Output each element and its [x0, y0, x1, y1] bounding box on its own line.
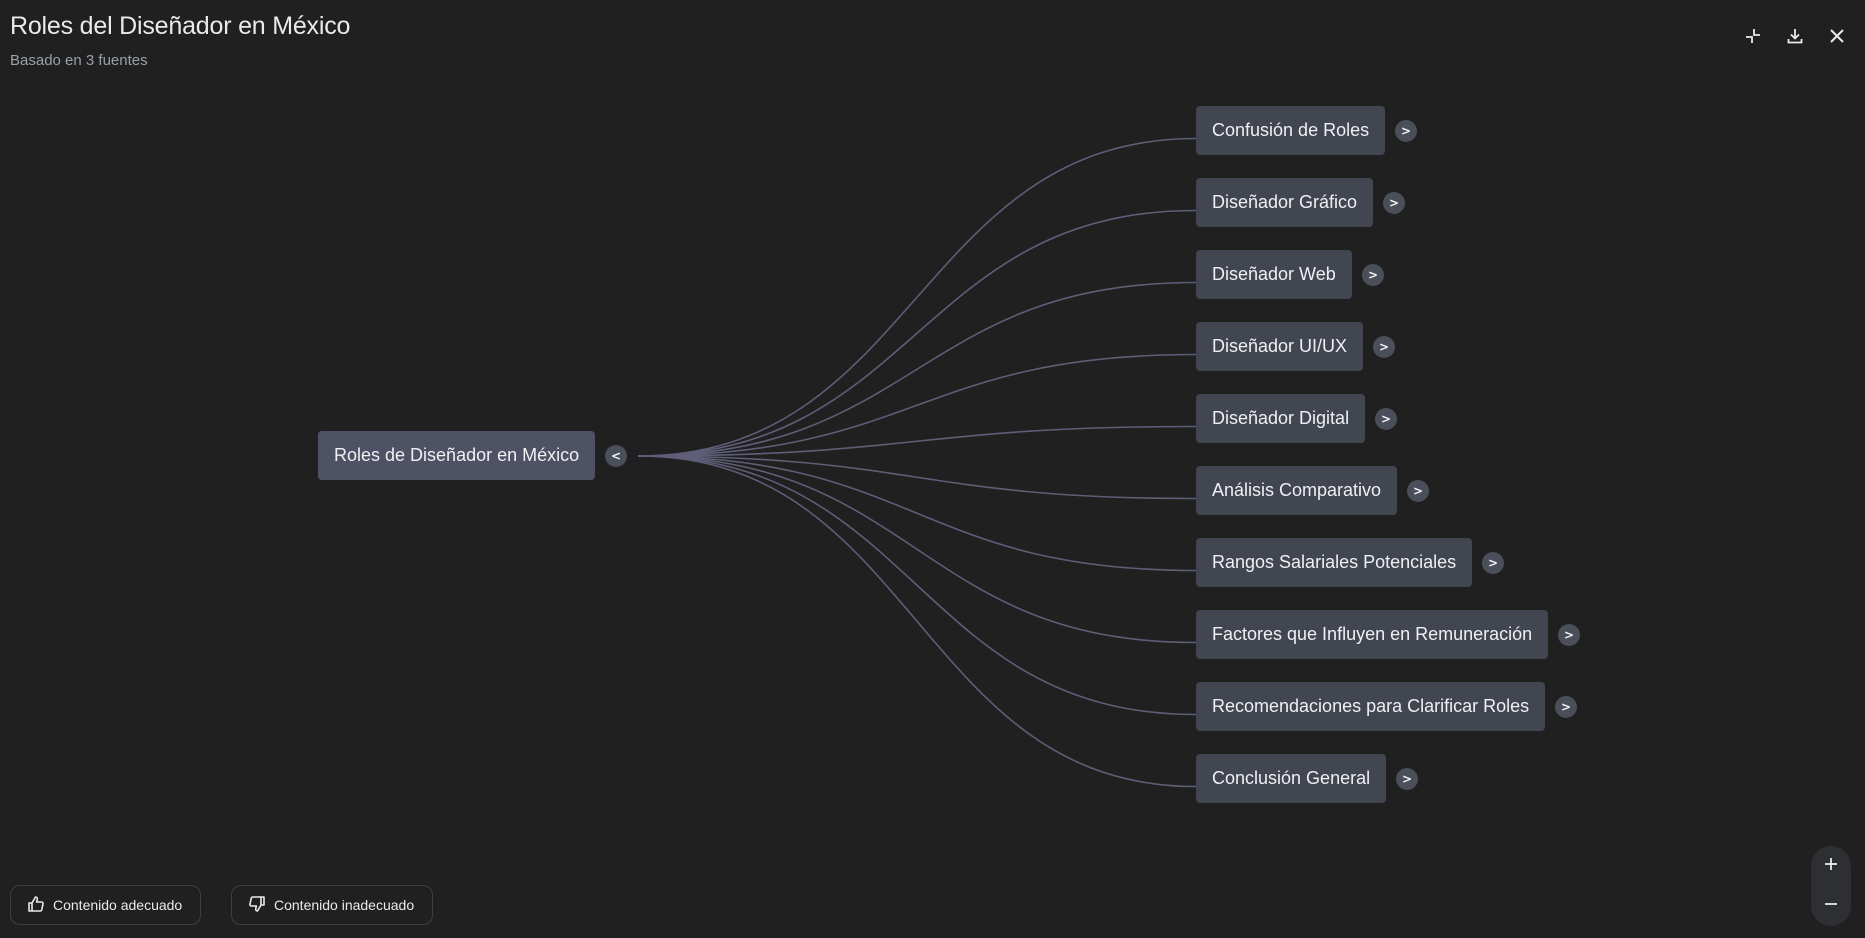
child-node-label: Conclusión General [1212, 768, 1371, 788]
thumbs-down-icon [248, 895, 266, 916]
mindmap-child-node[interactable]: Recomendaciones para Clarificar Roles [1196, 682, 1546, 731]
mindmap-child-node[interactable]: Análisis Comparativo [1196, 466, 1398, 515]
expand-toggle[interactable]: > [1396, 768, 1418, 790]
child-node-label: Factores que Influyen en Remuneración [1212, 624, 1533, 644]
child-node-label: Confusión de Roles [1212, 120, 1370, 140]
minus-icon [1823, 896, 1839, 917]
mindmap-child-node[interactable]: Diseñador Digital [1196, 394, 1366, 443]
good-content-button[interactable]: Contenido adecuado [10, 885, 202, 925]
mindmap-child-node[interactable]: Diseñador UI/UX [1196, 322, 1364, 371]
root-collapse-toggle[interactable]: < [605, 445, 627, 467]
bad-content-button[interactable]: Contenido inadecuado [231, 885, 434, 925]
mindmap-child-node[interactable]: Conclusión General [1196, 754, 1387, 803]
zoom-out-button[interactable] [1814, 889, 1848, 923]
mindmap-link [637, 209, 1197, 457]
child-node-label: Diseñador UI/UX [1212, 336, 1348, 356]
bad-content-label: Contenido inadecuado [274, 897, 415, 913]
mindmap-link [637, 455, 1197, 716]
mindmap-links [637, 137, 1197, 788]
mindmap-child-node[interactable]: Rangos Salariales Potenciales [1196, 538, 1473, 587]
child-node-label: Recomendaciones para Clarificar Roles [1212, 696, 1530, 716]
child-node-label: Diseñador Web [1212, 264, 1336, 284]
mindmap-root-node[interactable]: Roles de Diseñador en México [318, 431, 596, 480]
expand-toggle[interactable]: > [1375, 408, 1397, 430]
mindmap-link [637, 137, 1197, 457]
zoom-in-button[interactable] [1814, 849, 1848, 883]
expand-toggle[interactable]: > [1362, 264, 1384, 286]
expand-toggle[interactable]: > [1373, 336, 1395, 358]
mindmap-child-node[interactable]: Factores que Influyen en Remuneración [1196, 610, 1549, 659]
thumbs-up-icon [27, 895, 45, 916]
mindmap-child-node[interactable]: Diseñador Gráfico [1196, 178, 1374, 227]
good-content-label: Contenido adecuado [53, 897, 183, 913]
zoom-controls [1811, 846, 1851, 926]
child-node-label: Diseñador Digital [1212, 408, 1350, 428]
root-node-label: Roles de Diseñador en México [334, 445, 580, 465]
expand-toggle[interactable]: > [1383, 192, 1405, 214]
mindmap-child-node[interactable]: Confusión de Roles [1196, 106, 1386, 155]
mindmap-link [637, 455, 1197, 644]
plus-icon [1823, 856, 1839, 877]
mindmap-child-node[interactable]: Diseñador Web [1196, 250, 1352, 299]
expand-toggle[interactable]: > [1395, 120, 1417, 142]
expand-toggle[interactable]: > [1407, 480, 1429, 502]
expand-toggle[interactable]: > [1558, 624, 1580, 646]
child-node-label: Análisis Comparativo [1212, 480, 1382, 500]
mindmap-link [637, 281, 1197, 457]
expand-toggle[interactable]: > [1482, 552, 1504, 574]
mindmap-link [637, 455, 1197, 572]
mindmap-link [637, 455, 1197, 788]
child-node-label: Rangos Salariales Potenciales [1212, 552, 1457, 572]
expand-toggle[interactable]: > [1555, 696, 1577, 718]
mindmap-link [637, 425, 1197, 457]
child-node-label: Diseñador Gráfico [1212, 192, 1358, 212]
